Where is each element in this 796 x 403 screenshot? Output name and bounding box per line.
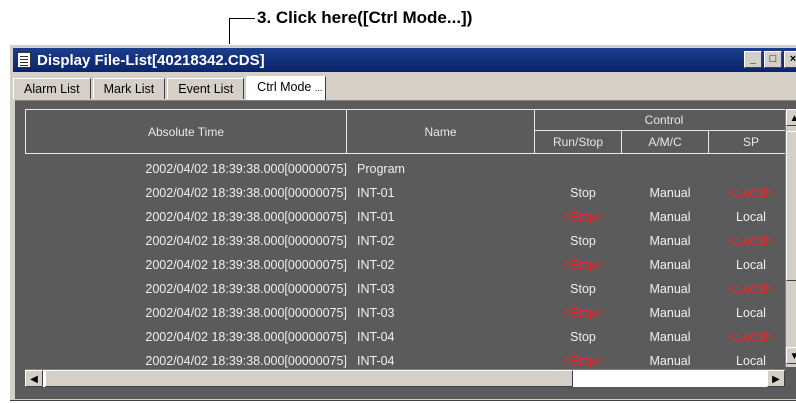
cell-time: 2002/04/02 18:39:38.000[00000075] — [145, 234, 347, 248]
vertical-scroll-thumb[interactable] — [786, 131, 796, 281]
cell-sp — [710, 157, 792, 181]
title-bar[interactable]: Display File-List[40218342.CDS] _ □ × — [13, 48, 796, 72]
scroll-down-arrow-icon[interactable]: ▼ — [786, 347, 796, 364]
ctrl-mode-panel: Absolute Time Name Control Run/Stop A/M/… — [15, 100, 796, 399]
ctrl-mode-table: Absolute Time Name Control Run/Stop A/M/… — [25, 109, 794, 369]
scroll-up-arrow-icon[interactable]: ▲ — [786, 109, 796, 126]
tab-ctrl-mode-label: Ctrl Mode — [257, 80, 312, 94]
cell-time: 2002/04/02 18:39:38.000[00000075] — [145, 162, 347, 176]
cell-time: 2002/04/02 18:39:38.000[00000075] — [145, 258, 347, 272]
cell-amc: Manual — [649, 330, 691, 344]
tab-ctrl-mode[interactable]: Ctrl Mode... — [246, 76, 327, 100]
scroll-right-arrow-icon[interactable]: ▶ — [767, 370, 785, 387]
cell-amc: Manual — [649, 234, 691, 248]
cell-time: 2002/04/02 18:39:38.000[00000075] — [145, 210, 347, 224]
cell-name: INT-03 — [357, 282, 395, 296]
annotation-pointer-line — [229, 18, 255, 19]
cell-name: INT-02 — [357, 234, 395, 248]
table-row[interactable]: 2002/04/02 18:39:38.000[00000075] INT-02 <… — [25, 253, 785, 277]
cell-run-stop: <Stop> — [562, 258, 604, 272]
cell-sp: Local — [736, 210, 766, 224]
cell-run-stop: Stop — [570, 234, 596, 248]
cell-time: 2002/04/02 18:39:38.000[00000075] — [145, 282, 347, 296]
cell-name: Program — [357, 162, 405, 176]
table-row[interactable]: 2002/04/02 18:39:38.000[00000075] Program — [25, 157, 785, 181]
tab-mark-list[interactable]: Mark List — [92, 78, 166, 99]
cell-sp: <Local> — [728, 234, 774, 248]
window-title: Display File-List[40218342.CDS] — [37, 51, 265, 69]
header-run-stop[interactable]: Run/Stop — [534, 130, 622, 154]
cell-amc: Manual — [649, 282, 691, 296]
table-row[interactable]: 2002/04/02 18:39:38.000[00000075] INT-01 <… — [25, 205, 785, 229]
cell-run-stop — [538, 157, 628, 181]
cell-time: 2002/04/02 18:39:38.000[00000075] — [145, 306, 347, 320]
scroll-left-arrow-icon[interactable]: ◀ — [25, 370, 43, 387]
cell-amc: Manual — [649, 258, 691, 272]
cell-name: INT-04 — [357, 330, 395, 344]
header-amc[interactable]: A/M/C — [621, 130, 709, 154]
cell-name: INT-03 — [357, 306, 395, 320]
tab-event-list[interactable]: Event List — [167, 78, 245, 99]
minimize-button[interactable]: _ — [744, 51, 762, 68]
table-row[interactable]: 2002/04/02 18:39:38.000[00000075] INT-02 S… — [25, 229, 785, 253]
cell-amc: Manual — [649, 186, 691, 200]
header-absolute-time[interactable]: Absolute Time — [25, 109, 347, 154]
cell-amc — [625, 157, 715, 181]
cell-run-stop: Stop — [570, 186, 596, 200]
close-button[interactable]: × — [784, 51, 796, 68]
cell-time: 2002/04/02 18:39:38.000[00000075] — [145, 186, 347, 200]
cell-run-stop: <Stop> — [562, 210, 604, 224]
cell-run-stop: Stop — [570, 282, 596, 296]
table-row[interactable]: 2002/04/02 18:39:38.000[00000075] INT-01 S… — [25, 181, 785, 205]
header-name[interactable]: Name — [346, 109, 535, 154]
cell-name: INT-02 — [357, 258, 395, 272]
tab-ctrl-mode-ellipsis: ... — [314, 83, 323, 93]
cell-sp: Local — [736, 306, 766, 320]
cell-sp: Local — [736, 258, 766, 272]
annotation-callout: 3. Click here([Ctrl Mode...]) — [257, 8, 473, 27]
horizontal-scroll-thumb[interactable] — [45, 370, 573, 387]
display-file-list-window: Display File-List[40218342.CDS] _ □ × Al… — [9, 44, 796, 401]
tab-alarm-list[interactable]: Alarm List — [13, 78, 91, 99]
document-icon — [17, 52, 31, 68]
cell-sp: <Local> — [728, 186, 774, 200]
horizontal-scrollbar[interactable]: ◀ ▶ — [25, 369, 785, 387]
cell-run-stop: <Stop> — [562, 306, 604, 320]
maximize-button[interactable]: □ — [764, 51, 782, 68]
cell-run-stop: Stop — [570, 330, 596, 344]
cell-sp: <Local> — [728, 282, 774, 296]
table-row[interactable]: 2002/04/02 18:39:38.000[00000075] INT-03 S… — [25, 277, 785, 301]
cell-amc: Manual — [649, 210, 691, 224]
cell-amc: Manual — [649, 306, 691, 320]
cell-name: INT-01 — [357, 210, 395, 224]
tab-strip: Alarm List Mark List Event List Ctrl Mod… — [13, 76, 328, 100]
table-row[interactable]: 2002/04/02 18:39:38.000[00000075] INT-04 S… — [25, 325, 785, 349]
vertical-scrollbar[interactable]: ▲ ▼ — [785, 109, 796, 367]
header-sp[interactable]: SP — [708, 130, 794, 154]
cell-sp: <Local> — [728, 330, 774, 344]
table-row[interactable]: 2002/04/02 18:39:38.000[00000075] INT-03 <… — [25, 301, 785, 325]
cell-time: 2002/04/02 18:39:38.000[00000075] — [145, 330, 347, 344]
header-control[interactable]: Control — [534, 109, 794, 131]
cell-name: INT-01 — [357, 186, 395, 200]
